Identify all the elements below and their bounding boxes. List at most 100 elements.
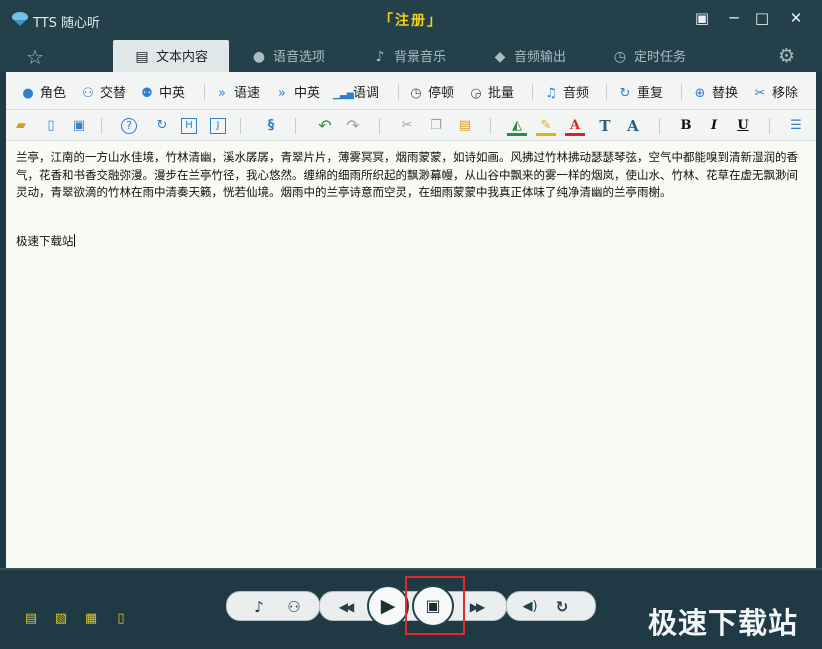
audio-note-icon: ♫ [545, 86, 557, 101]
clipboard-icon[interactable]: ▧ [52, 611, 70, 627]
toolbar-divider [204, 84, 205, 100]
output-device-icon[interactable]: ▤ [22, 611, 40, 627]
j-box-icon[interactable]: J [210, 118, 226, 134]
tab-scheduled-tasks[interactable]: ◷ 定时任务 [611, 40, 686, 72]
underline-icon[interactable]: U [733, 116, 753, 136]
edit-toolbar: ▰ ▯ ▣ ? ↻ H J § ↶ ↷ ✂ ❐ ▤ ◭ ✎ A T A B I … [6, 110, 816, 141]
text-caret [73, 233, 75, 247]
rewind-icon[interactable]: ◀◀ [331, 593, 359, 621]
cut-icon[interactable]: ✂ [397, 116, 417, 136]
loop-icon[interactable]: ↻ [548, 593, 576, 621]
save-disk-icon[interactable]: ▣ [69, 116, 89, 136]
button-label: 停顿 [428, 86, 455, 101]
repeat-icon: ↻ [619, 86, 631, 101]
fill-color-icon[interactable]: ◭ [507, 116, 527, 136]
paste-icon[interactable]: ▤ [455, 116, 475, 136]
tone-button[interactable]: ▁▃▅语调 [333, 82, 379, 101]
refresh-icon[interactable]: ↻ [152, 116, 172, 136]
tab-label: 背景音乐 [394, 50, 447, 65]
book-icon[interactable]: ▯ [112, 611, 130, 627]
batch-button[interactable]: ◶ 批量 [468, 82, 514, 101]
text-editor[interactable]: 兰亭，江南的一方山水佳境，竹林清幽，溪水孱孱，青翠片片，薄雾冥冥，烟雨蒙蒙，如诗… [6, 141, 816, 568]
batch-clock-icon: ◶ [470, 86, 482, 101]
play-icon: ▶ [380, 595, 396, 617]
pause-button[interactable]: ◷ 停顿 [408, 82, 454, 101]
toolbar-divider [295, 118, 296, 134]
volume-icon[interactable]: ◀) [516, 593, 544, 621]
button-label: 移除 [772, 86, 799, 101]
undo-icon[interactable]: ↶ [315, 116, 335, 136]
tab-label: 定时任务 [634, 50, 687, 65]
open-folder-icon[interactable]: ▰ [11, 116, 31, 136]
toolbar-divider [659, 118, 660, 134]
editor-paragraph: 极速下载站 [16, 233, 806, 251]
copy-icon[interactable]: ❐ [426, 116, 446, 136]
document-icon: ▤ [135, 49, 149, 65]
button-label: 交替 [100, 86, 127, 101]
button-label: 重复 [637, 86, 664, 101]
font-color-icon[interactable]: A [565, 116, 585, 136]
panel-toggle-icon[interactable]: ☰ [786, 116, 806, 136]
new-document-icon[interactable]: ▯ [41, 116, 61, 136]
alternate-person-icon: ⚇ [82, 86, 94, 101]
editor-paragraph: 兰亭，江南的一方山水佳境，竹林清幽，溪水孱孱，青翠片片，薄雾冥冥，烟雨蒙蒙，如诗… [16, 150, 798, 199]
redo-icon[interactable]: ↷ [343, 116, 363, 136]
tone-bars-icon: ▁▃▅ [333, 90, 354, 100]
text-size-t-icon[interactable]: T [595, 116, 615, 136]
music-note-icon: ♪ [375, 49, 385, 65]
button-label: 音频 [563, 86, 590, 101]
editor-line: 极速下载站 [16, 233, 74, 248]
replace-button[interactable]: ⊕ 替换 [692, 82, 738, 101]
pause-clock-icon: ◷ [410, 86, 422, 101]
chinese-english-role-button[interactable]: ⚉ 中英 [139, 82, 185, 101]
text-size-a-icon[interactable]: A [623, 116, 643, 136]
maximize-icon[interactable]: □ [752, 8, 772, 28]
remove-button[interactable]: ✂ 移除 [752, 82, 798, 101]
tab-text-content[interactable]: ▤ 文本内容 [113, 40, 229, 72]
repeat-button[interactable]: ↻ 重复 [617, 82, 663, 101]
menu-dropdown-icon[interactable]: ▣ [692, 8, 712, 28]
close-icon[interactable]: ✕ [786, 8, 806, 28]
speed-icon: » [218, 86, 226, 101]
speed-button[interactable]: » 语速 [214, 82, 260, 101]
toolbar-divider [490, 118, 491, 134]
button-label: 语调 [353, 86, 380, 101]
bold-icon[interactable]: B [676, 116, 696, 136]
tab-label: 语音选项 [273, 50, 326, 65]
button-label: 语速 [234, 86, 261, 101]
tab-background-music[interactable]: ♪ 背景音乐 [371, 40, 446, 72]
role-button[interactable]: ● 角色 [20, 82, 66, 101]
tab-audio-output[interactable]: ◆ 音频输出 [491, 40, 566, 72]
voice-person-icon[interactable]: ⚇ [280, 593, 308, 621]
tab-label: 文本内容 [156, 50, 209, 65]
tab-voice-options[interactable]: ● 语音选项 [250, 40, 325, 72]
button-label: 替换 [712, 86, 739, 101]
toolbar-divider [769, 118, 770, 134]
chinese-english-speed-button[interactable]: » 中英 [274, 82, 320, 101]
highlight-pen-icon[interactable]: ✎ [536, 116, 556, 136]
speech-bubble-icon: ● [252, 49, 266, 65]
play-button[interactable]: ▶ [367, 585, 409, 627]
toolbar-divider [606, 84, 607, 100]
toolbar-divider [532, 84, 533, 100]
alternate-button[interactable]: ⚇ 交替 [80, 82, 126, 101]
help-icon[interactable]: ? [121, 118, 137, 134]
link-icon[interactable]: § [261, 116, 281, 136]
toolbar-divider [398, 84, 399, 100]
button-label: 角色 [40, 86, 67, 101]
settings-gear-icon[interactable]: ⚙ [778, 45, 795, 67]
replace-target-icon: ⊕ [694, 86, 706, 101]
playback-bar: ▤ ▧ ▦ ▯ ♪ ⚇ ◀◀ ▶ ▣ ▶▶ ◀) ↻ 极速下载站 [0, 568, 822, 649]
favorite-star-icon[interactable]: ☆ [26, 45, 44, 69]
tab-bar: ▤ 文本内容 ● 语音选项 ♪ 背景音乐 ◆ 音频输出 ◷ 定时任务 [0, 40, 822, 72]
italic-icon[interactable]: I [704, 116, 724, 136]
keyboard-icon[interactable]: ▦ [82, 611, 100, 627]
tab-label: 音频输出 [514, 50, 567, 65]
minimize-icon[interactable]: ─ [724, 8, 744, 28]
button-label: 中英 [294, 86, 321, 101]
watermark: 极速下载站 [648, 606, 799, 640]
read-aloud-icon[interactable]: ♪ [245, 593, 273, 621]
audio-button[interactable]: ♫ 音频 [543, 82, 589, 101]
fast-forward-icon[interactable]: ▶▶ [462, 593, 490, 621]
h-box-icon[interactable]: H [181, 118, 197, 134]
